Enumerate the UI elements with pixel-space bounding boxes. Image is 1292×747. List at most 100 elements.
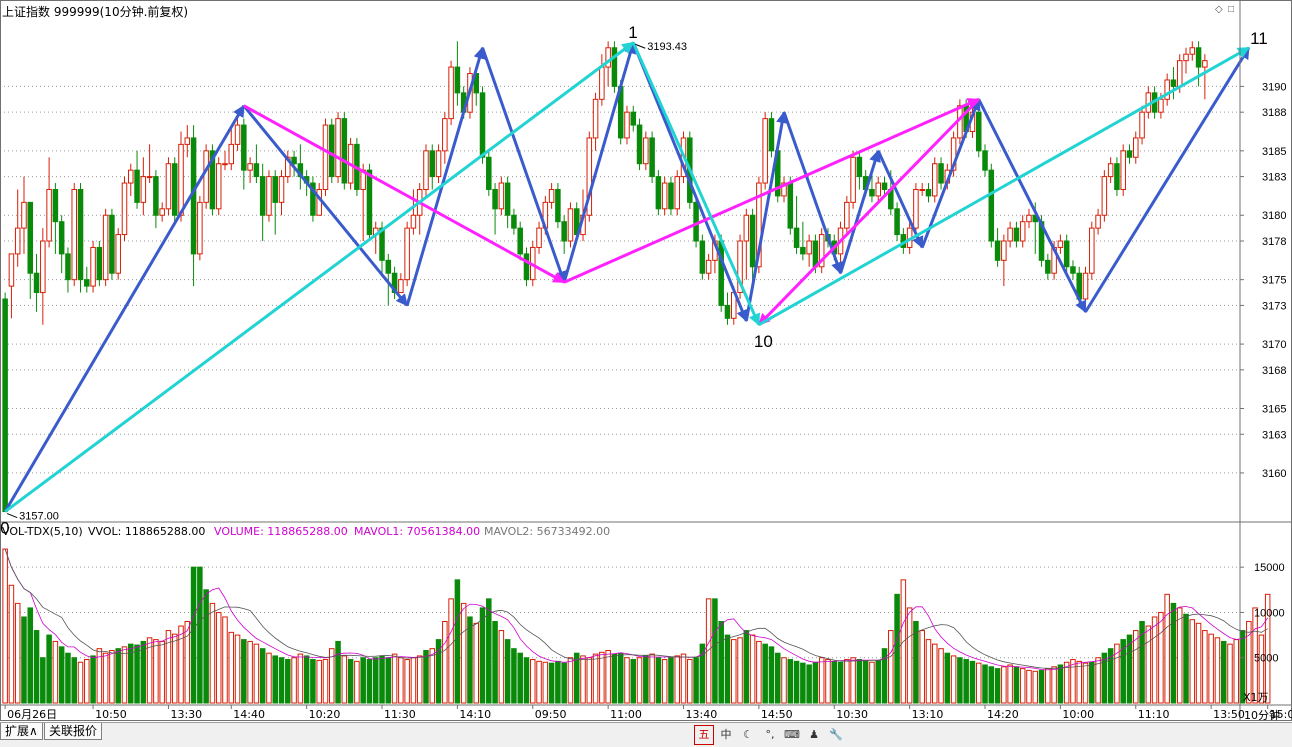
volume-bar-up [442,621,448,704]
candle-body-down [58,221,65,255]
candle-body-down [800,246,806,255]
candle-body-up [448,66,454,120]
volume-bar-down [963,659,969,704]
volume-bar-down [379,655,385,704]
wrench-icon[interactable]: 🔧 [826,725,846,745]
volume-bar-up [159,640,165,704]
candle-body-up [222,163,228,166]
volume-bar-down [511,648,517,704]
zhong-button[interactable]: 中 [716,725,736,745]
volume-bar-down [774,652,781,704]
volume-bar-down [58,646,65,704]
candle-body-up [8,253,15,287]
candle-body-up [228,143,235,165]
price-tick-label: 3160 [1262,468,1286,480]
volume-bar-down [423,649,429,704]
price-tick-label: 3165 [1262,403,1286,415]
volume-bar-up [731,639,737,704]
candle-body-up [159,208,165,216]
volume-bar-down [372,657,379,704]
person-icon[interactable]: ♟ [804,725,824,745]
volume-bar-up [1202,630,1208,704]
volume-bar-down [90,655,96,704]
maximize-icon[interactable]: □ [1228,4,1234,15]
candle-body-down [134,169,140,203]
candle-body-up [266,176,272,216]
candle-body-up [234,124,241,145]
candle-body-down [869,188,875,197]
volume-bar-up [109,649,115,704]
volume-bar-up [950,655,957,704]
volume-bar-up [1214,637,1221,704]
volume-bar-up [674,655,680,704]
volume-bar-up [404,659,410,704]
candle-body-down [523,253,530,281]
time-tick-label: 14:20 [987,708,1019,721]
volume-bar-up [171,633,178,704]
volume-readout: VOLUME: 118865288.00 [214,525,348,538]
candle-body-down [636,124,643,165]
volume-bar-down [548,662,555,704]
volume-bar-up [687,659,693,704]
candle-body-down [77,188,84,281]
moon-icon[interactable]: ☾ [738,725,758,745]
price-tick-label: 3188 [1262,107,1286,119]
candle-body-down [925,188,932,197]
dots-icon[interactable]: °, [760,725,780,745]
volume-bar-down [71,657,77,704]
candle-body-up [624,111,630,139]
bottom-toolbar: 五 中 ☾ °, ⌨ ♟ 🔧 [694,725,846,745]
volume-bar-down [573,652,580,704]
volume-bar-up [1158,611,1164,704]
candle-body-up [536,227,542,248]
volume-bar-up [906,607,913,704]
volume-bar-up [825,659,831,704]
time-tick-label: 14:40 [233,708,265,721]
volume-bar-up [228,631,235,704]
volume-bar-up [14,602,21,704]
volume-bar-down [1013,666,1020,704]
volume-bar-down [837,661,844,704]
volume-bar-up [1227,643,1233,704]
restore-icon[interactable]: ◇ [1215,4,1223,15]
time-tick-label: 10:50 [95,708,127,721]
volume-bar-down [1038,669,1045,704]
volume-bar-down [115,648,121,704]
time-tick-label: 14:50 [761,708,793,721]
keyboard-icon[interactable]: ⌨ [782,725,802,745]
tab-expand[interactable]: 扩展∧ [0,723,43,740]
candle-body-up [46,188,52,242]
candle-body-down [555,188,561,223]
candle-body-up [1095,214,1101,229]
candle-body-down [153,176,159,216]
price-tick-label: 3170 [1262,339,1286,351]
chart-canvas: 3160 3163 3165 3168 3170 3173 3175 3178 3180 3183… [0,0,1292,746]
candle-body-up [121,182,128,236]
volume-bar-down [643,655,649,704]
candle-body-up [850,156,856,203]
price-tick-label: 3185 [1262,146,1286,158]
volume-bar-up [448,598,454,704]
period-label[interactable]: 10分钟 [1244,707,1280,723]
volume-bar-up [938,648,944,704]
volume-bar-down [27,607,34,704]
tab-related-quotes[interactable]: 关联报价 [44,723,103,740]
volume-bar-down [203,589,209,704]
price-tick-label: 3175 [1262,275,1286,287]
volume-bar-up [178,625,184,704]
volume-bar-up [580,655,586,704]
volume-bar-up [1151,616,1158,704]
volume-bar-down [1170,602,1177,704]
candle-body-up [203,150,209,203]
volume-bar-up [592,653,599,704]
volume-bar-up [1145,625,1152,704]
candle-body-down [718,240,724,306]
indicator-name[interactable]: VOL-TDX(5,10) [2,525,83,538]
volume-bar-down [762,643,768,704]
volume-bar-up [247,640,253,704]
candle-body-up [599,66,605,100]
candle-body-down [259,176,266,216]
wu-button[interactable]: 五 [694,725,714,745]
volume-bar-down [479,607,486,704]
volume-bar-down [611,653,618,704]
